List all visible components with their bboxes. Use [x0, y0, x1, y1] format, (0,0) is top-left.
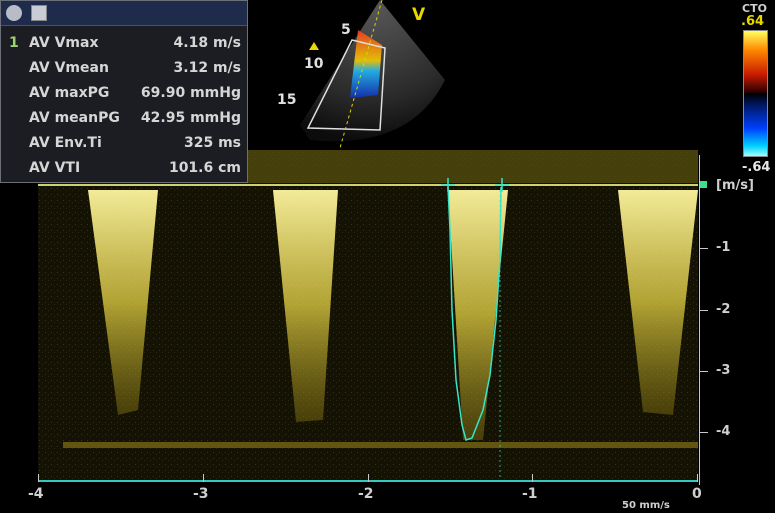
measurement-label: AV Vmax	[29, 35, 99, 51]
measurement-index: 1	[9, 35, 19, 51]
time-tick	[697, 474, 698, 482]
measurement-row[interactable]: AV Vmean 3.12 m/s	[1, 56, 247, 81]
doppler-spectrum[interactable]	[38, 150, 698, 480]
velocity-tick-label: -4	[716, 424, 731, 439]
measurement-row[interactable]: AV meanPG 42.95 mmHg	[1, 106, 247, 131]
measurement-label: AV meanPG	[29, 110, 120, 126]
measurement-value: 42.95 mmHg	[140, 110, 241, 126]
measurement-label: AV maxPG	[29, 85, 110, 101]
color-scale-bottom-label: -.64	[742, 160, 771, 175]
doppler-spectrum-plot	[38, 150, 698, 480]
measurement-value: 3.12 m/s	[173, 60, 241, 76]
time-tick	[203, 474, 204, 482]
color-scale-bar	[743, 30, 768, 157]
depth-label-5: 5	[341, 22, 351, 38]
measurement-value: 101.6 cm	[168, 160, 241, 176]
measurement-panel: 1 AV Vmax 4.18 m/s AV Vmean 3.12 m/s AV …	[0, 0, 248, 183]
time-tick	[38, 474, 39, 482]
depth-label-10: 10	[304, 56, 324, 72]
orientation-marker: V	[412, 5, 426, 25]
measurement-row[interactable]: AV Env.Ti 325 ms	[1, 131, 247, 156]
time-tick	[532, 474, 533, 482]
time-tick-label: -3	[193, 486, 209, 502]
measurement-label: AV VTI	[29, 160, 81, 176]
measurement-row[interactable]: AV VTI 101.6 cm	[1, 156, 247, 181]
velocity-tick-label: -3	[716, 363, 731, 378]
measurement-label: AV Vmean	[29, 60, 109, 76]
velocity-axis	[699, 155, 700, 485]
measurement-value: 4.18 m/s	[173, 35, 241, 51]
time-tick-label: -4	[28, 486, 44, 502]
velocity-tick	[700, 248, 708, 249]
measurement-value: 69.90 mmHg	[140, 85, 241, 101]
measurement-label: AV Env.Ti	[29, 135, 102, 151]
velocity-tick-label: -2	[716, 302, 731, 317]
time-tick-label: 0	[692, 486, 702, 502]
velocity-tick	[700, 371, 708, 372]
measurement-row[interactable]: AV maxPG 69.90 mmHg	[1, 81, 247, 106]
report-grid-icon[interactable]	[31, 5, 47, 21]
velocity-tick	[700, 310, 708, 311]
velocity-tick	[700, 432, 708, 433]
time-tick-label: -1	[522, 486, 538, 502]
time-tick-label: -2	[358, 486, 374, 502]
record-circle-icon[interactable]	[6, 5, 22, 21]
color-scale-top-label: .64	[741, 14, 765, 29]
measurement-row[interactable]: 1 AV Vmax 4.18 m/s	[1, 31, 247, 56]
velocity-tick-label: -1	[716, 240, 731, 255]
measurement-panel-titlebar	[1, 1, 247, 26]
depth-label-15: 15	[277, 92, 297, 108]
measurement-value: 325 ms	[183, 135, 241, 151]
velocity-unit-label: [m/s]	[716, 178, 754, 193]
time-tick	[368, 474, 369, 482]
baseline-marker-icon	[700, 181, 707, 188]
sweep-speed-label: 50 mm/s	[622, 500, 670, 511]
depth-triangle-icon	[309, 42, 319, 50]
